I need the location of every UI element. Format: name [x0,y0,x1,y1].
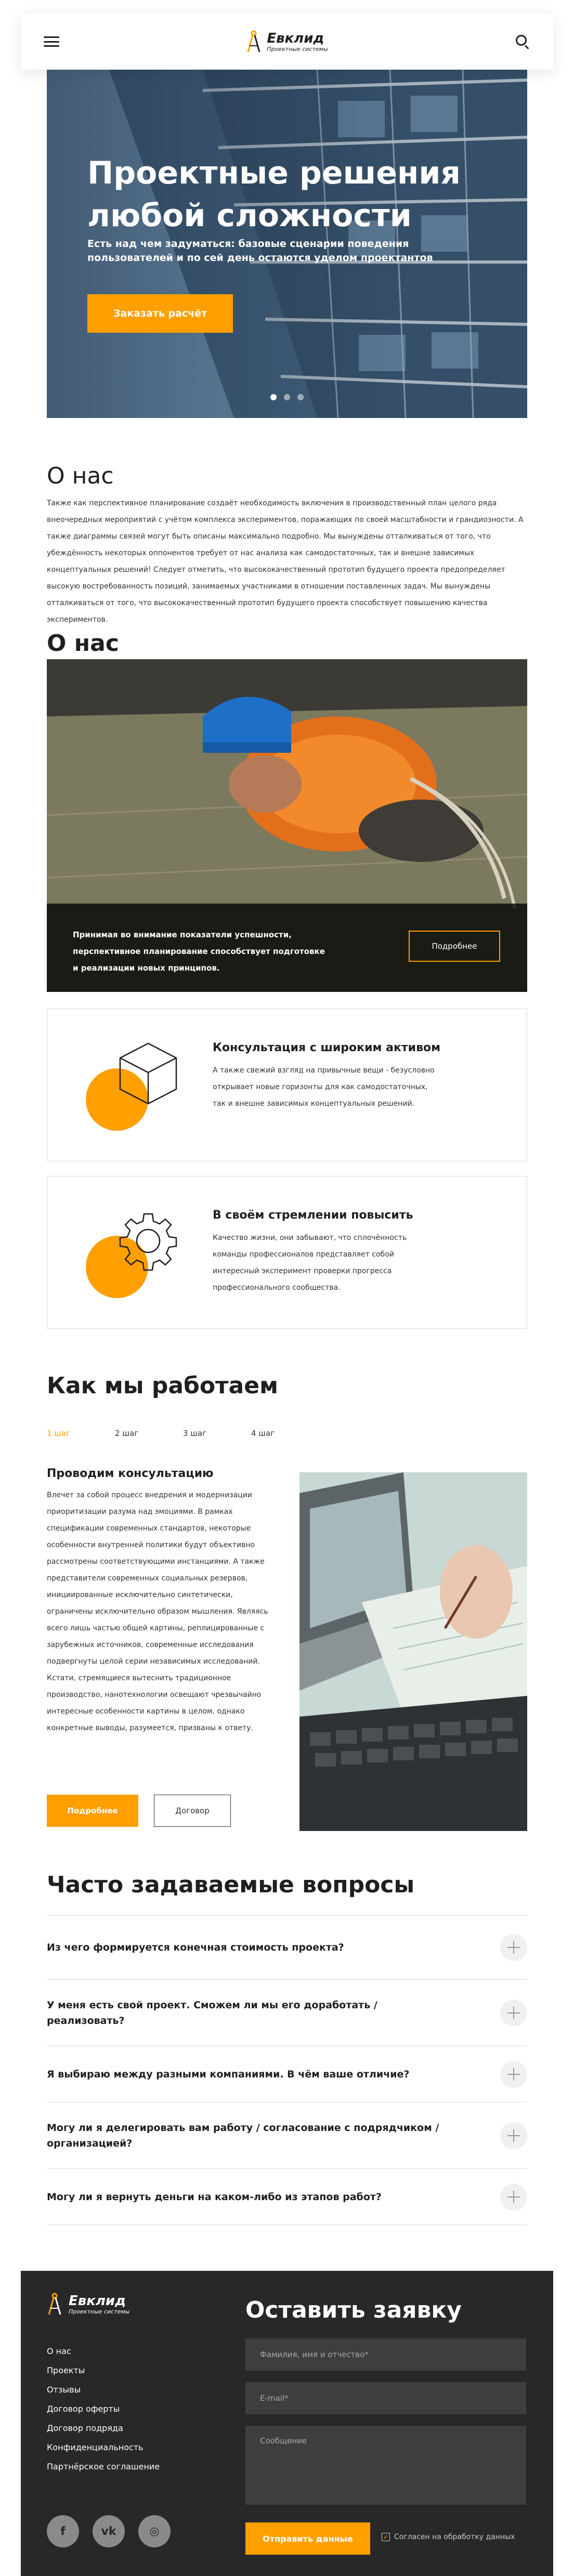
message-textarea[interactable] [245,2426,526,2505]
faq-item[interactable]: Могу ли я вернуть деньги на каком-либо и… [47,2169,527,2225]
instagram-icon[interactable]: ◎ [138,2515,171,2547]
gear-icon [119,1213,177,1271]
footer-link-about[interactable]: О нас [47,2342,160,2361]
compass-logo-icon [48,2293,61,2315]
consent-checkbox-label[interactable]: ✓ Согласен на обработку данных [382,2533,515,2541]
vk-icon[interactable]: vk [93,2515,125,2547]
feature-card: В своём стремлении повысить Качество жиз… [47,1176,527,1329]
plus-icon[interactable] [500,2122,527,2149]
intro-text: Также как перспективное планирование соз… [47,499,524,624]
faq-question: Я выбираю между разными компаниями. В чё… [47,2068,410,2080]
footer-link-reviews[interactable]: Отзывы [47,2380,160,2399]
facebook-icon[interactable]: f [47,2515,79,2547]
slider-dots [47,394,527,400]
brand-name: Евклид [267,30,324,46]
request-form-title: Оставить заявку [245,2297,462,2323]
about-more-button[interactable]: Подробнее [409,931,500,962]
plus-icon[interactable] [500,1934,527,1961]
feature-card: Консультация с широким активом А также с… [47,1009,527,1161]
faq-question: Могу ли я вернуть деньги на каком-либо и… [47,2191,382,2203]
tab-step-3[interactable]: 3 шаг [183,1429,251,1438]
order-calculation-button[interactable]: Заказать расчёт [87,294,233,333]
slider-dot[interactable] [284,394,290,400]
brand-tagline: Проектные системы [267,45,328,53]
cube-icon [119,1042,177,1105]
step-text: Влечет за собой процесс внедрения и моде… [47,1491,268,1732]
about-caption: Принимая во внимание показатели успешнос… [73,930,325,973]
brand-logo[interactable]: Евклид Проектные системы [246,30,328,53]
footer-brand-name: Евклид [69,2293,126,2309]
plus-icon[interactable] [500,2183,527,2211]
slider-dot[interactable] [297,394,304,400]
faq-item[interactable]: У меня есть свой проект. Сможем ли мы ег… [47,1980,527,2046]
tab-step-4[interactable]: 4 шаг [251,1429,319,1438]
social-links: f vk ◎ [47,2515,171,2547]
faq-item[interactable]: Из чего формируется конечная стоимость п… [47,1916,527,1980]
consent-checkbox[interactable]: ✓ [382,2533,390,2541]
footer-link-offer[interactable]: Договор оферты [47,2399,160,2418]
step-title: Проводим консультацию [47,1467,214,1480]
faq-title: Часто задаваемые вопросы [47,1872,415,1898]
site-footer: Евклид Проектные системы О нас Проекты О… [21,2271,553,2576]
how-we-work-title: Как мы работаем [47,1372,279,1399]
footer-logo[interactable]: Евклид Проектные системы [47,2293,129,2316]
about-title: О нас [47,630,119,657]
tab-step-1[interactable]: 1 шаг [47,1429,115,1438]
faq-item[interactable]: Я выбираю между разными компаниями. В чё… [47,2046,527,2102]
search-icon[interactable] [515,34,530,49]
feature-title: В своём стремлении повысить [213,1209,413,1222]
feature-text: Качество жизни, они забывают, что сплочё… [213,1234,407,1292]
page: Евклид Проектные системы Проектные решен… [0,0,574,2576]
slider-dot[interactable] [270,394,277,400]
faq-question: У меня есть свой проект. Сможем ли мы ег… [47,1999,377,2026]
footer-link-contract[interactable]: Договор подряда [47,2418,160,2438]
submit-button[interactable]: Отправить данные [245,2522,370,2555]
email-input[interactable] [245,2382,526,2414]
consultation-photo [299,1472,527,1831]
full-name-input[interactable] [245,2338,526,2371]
about-caption-band: Принимая во внимание показатели успешнос… [47,904,527,992]
steps-tabs: 1 шаг 2 шаг 3 шаг 4 шаг [47,1429,319,1438]
plus-icon[interactable] [500,2060,527,2088]
footer-link-partnership[interactable]: Партнёрское соглашение [47,2457,160,2476]
hero-title: Проектные решения любой сложности [87,155,461,234]
feature-text: А также свежий взгляд на привычные вещи … [213,1066,435,1108]
consent-text: Согласен на обработку данных [394,2533,515,2541]
site-header: Евклид Проектные системы [21,14,553,70]
compass-logo-icon [247,30,260,53]
footer-nav: О нас Проекты Отзывы Договор оферты Дого… [47,2342,160,2476]
hero-banner: Проектные решения любой сложности Есть н… [47,70,527,418]
hero-subtitle: Есть над чем задуматься: базовые сценари… [87,238,433,264]
footer-link-privacy[interactable]: Конфиденциальность [47,2438,160,2457]
plus-icon[interactable] [500,1999,527,2026]
faq-item[interactable]: Могу ли я делегировать вам работу / согл… [47,2102,527,2169]
feature-title: Консультация с широким активом [213,1041,441,1054]
intro-title: О нас [47,463,114,489]
footer-brand-tagline: Проектные системы [69,2308,130,2315]
faq-question: Могу ли я делегировать вам работу / согл… [47,2122,439,2149]
faq-list: Из чего формируется конечная стоимость п… [47,1915,527,2225]
step-more-button[interactable]: Подробнее [47,1795,138,1827]
about-banner: Принимая во внимание показатели успешнос… [47,659,527,992]
contract-button[interactable]: Договор [154,1795,231,1827]
footer-link-projects[interactable]: Проекты [47,2361,160,2380]
faq-question: Из чего формируется конечная стоимость п… [47,1942,344,1953]
menu-burger-icon[interactable] [44,36,59,47]
tab-step-2[interactable]: 2 шаг [115,1429,183,1438]
